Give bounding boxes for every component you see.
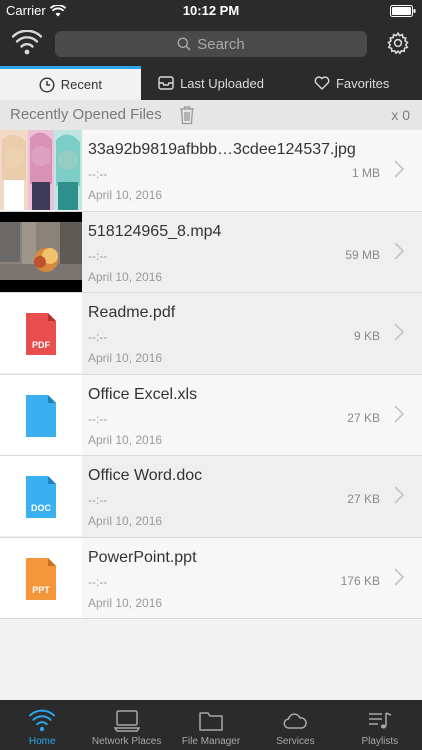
- inbox-icon: [158, 76, 174, 90]
- tab-last-uploaded-label: Last Uploaded: [180, 75, 264, 91]
- file-time: --:--: [88, 248, 108, 263]
- wifi-icon: [29, 709, 56, 732]
- tab-recent-label: Recent: [60, 77, 102, 92]
- section-header: Recently Opened Files x 0: [0, 100, 422, 130]
- clock-icon: [39, 76, 55, 93]
- file-name: Office Word.doc: [88, 467, 203, 484]
- file-size: 176 KB: [340, 573, 380, 588]
- file-date: April 10, 2016: [88, 595, 163, 610]
- file-time: --:--: [88, 574, 108, 589]
- tabbar-services[interactable]: Services: [253, 700, 337, 750]
- search-icon: [177, 37, 191, 51]
- tabbar-network-places[interactable]: Network Places: [84, 700, 168, 750]
- status-bar: Carrier 10:12 PM: [0, 0, 422, 22]
- tabbar-playlists[interactable]: Playlists: [338, 700, 422, 750]
- chevron-right-icon: [394, 241, 404, 260]
- ppt-file-icon: PPT: [0, 537, 82, 618]
- folder-icon: [199, 712, 223, 731]
- file-size: 9 KB: [353, 329, 380, 343]
- file-time: --:--: [88, 330, 108, 344]
- status-time: 10:12 PM: [182, 3, 240, 18]
- search-input[interactable]: Search: [55, 31, 367, 57]
- battery-icon: [390, 5, 416, 20]
- file-name: PowerPoint.ppt: [88, 548, 197, 566]
- file-name: 33a92b9819afbbb…3cdee124537.jpg: [88, 141, 356, 158]
- file-row[interactable]: Office Excel.xls --:-- 27 KB April 10, 2…: [0, 374, 422, 456]
- file-date: April 10, 2016: [88, 432, 163, 447]
- file-time: --:--: [88, 411, 108, 426]
- pdf-badge: PDF: [32, 340, 51, 350]
- segment-tabs: Recent Last Uploaded Favorites: [0, 66, 422, 100]
- file-row[interactable]: PDF Readme.pdf --:-- 9 KB April 10, 2016: [0, 293, 422, 375]
- network-icon: [113, 710, 140, 732]
- file-list: 33a92b9819afbbb…3cdee124537.jpg --:-- 1 …: [0, 130, 422, 619]
- xls-file-icon: [0, 374, 82, 455]
- nav-bar: Search: [0, 22, 422, 66]
- file-name: Office Excel.xls: [88, 385, 198, 403]
- cloud-icon: [283, 713, 308, 729]
- file-date: April 10, 2016: [88, 351, 163, 365]
- image-thumbnail: [0, 130, 82, 210]
- gear-icon[interactable]: [386, 31, 410, 55]
- file-date: April 10, 2016: [88, 269, 163, 284]
- file-size: 1 MB: [351, 166, 380, 180]
- tabbar-file-manager-label: File Manager: [181, 736, 241, 747]
- file-name: 518124965_8.mp4: [88, 222, 222, 240]
- tab-favorites[interactable]: Favorites: [281, 66, 422, 100]
- chevron-right-icon: [394, 567, 404, 586]
- file-row[interactable]: 518124965_8.mp4 --:-- 59 MB April 10, 20…: [0, 211, 422, 293]
- search-placeholder: Search: [197, 35, 245, 53]
- file-size: 27 KB: [347, 492, 380, 506]
- wifi-transfer-icon[interactable]: [12, 30, 42, 56]
- chevron-right-icon: [394, 323, 404, 341]
- app-screen: Carrier 10:12 PM Search Recent Last Uplo…: [0, 0, 422, 750]
- pdf-file-icon: PDF: [0, 293, 82, 373]
- tabbar-file-manager[interactable]: File Manager: [169, 700, 253, 750]
- chevron-right-icon: [394, 404, 404, 423]
- file-date: April 10, 2016: [88, 514, 163, 528]
- playlist-icon: [368, 712, 392, 729]
- chevron-right-icon: [394, 160, 404, 178]
- file-row[interactable]: 33a92b9819afbbb…3cdee124537.jpg --:-- 1 …: [0, 130, 422, 212]
- video-thumbnail: [0, 211, 82, 292]
- chevron-right-icon: [394, 486, 404, 504]
- tabbar-services-label: Services: [276, 736, 315, 747]
- file-time: --:--: [88, 167, 108, 181]
- doc-file-icon: DOC: [0, 456, 82, 536]
- tabbar-playlists-label: Playlists: [361, 736, 399, 747]
- section-title: Recently Opened Files: [10, 106, 162, 123]
- file-time: --:--: [88, 493, 108, 507]
- file-row[interactable]: PPT PowerPoint.ppt --:-- 176 KB April 10…: [0, 537, 422, 619]
- doc-badge: DOC: [31, 503, 52, 513]
- heart-icon: [314, 76, 330, 90]
- file-row[interactable]: DOC Office Word.doc --:-- 27 KB April 10…: [0, 456, 422, 538]
- file-date: April 10, 2016: [88, 188, 163, 202]
- bottom-tab-bar: Home Network Places File Manager Service…: [0, 700, 422, 750]
- file-count: x 0: [391, 107, 410, 123]
- file-size: 59 MB: [345, 247, 380, 262]
- tab-recent[interactable]: Recent: [0, 66, 141, 100]
- tabbar-network-places-label: Network Places: [91, 736, 162, 747]
- tabbar-home[interactable]: Home: [0, 700, 84, 750]
- file-size: 27 KB: [347, 410, 380, 425]
- trash-icon[interactable]: [178, 105, 196, 125]
- ppt-badge: PPT: [32, 585, 50, 595]
- tab-last-uploaded[interactable]: Last Uploaded: [141, 66, 282, 100]
- file-name: Readme.pdf: [88, 304, 176, 321]
- tab-favorites-label: Favorites: [335, 75, 390, 91]
- tabbar-home-label: Home: [28, 736, 56, 747]
